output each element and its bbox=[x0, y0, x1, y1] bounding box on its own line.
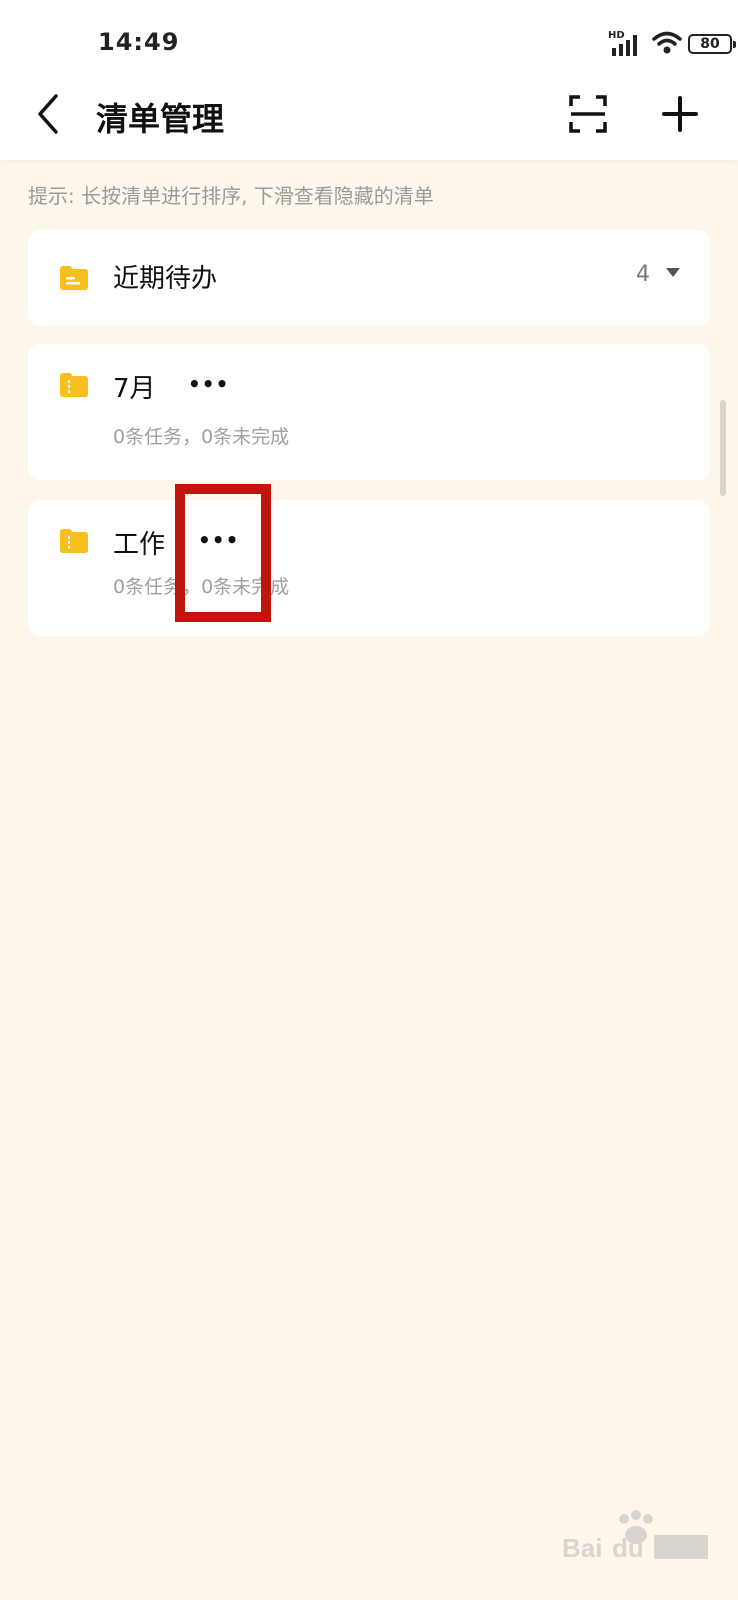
scrollbar[interactable] bbox=[720, 400, 726, 496]
wifi-icon bbox=[652, 31, 682, 54]
list-summary: 0条任务，0条未完成 bbox=[113, 426, 290, 448]
plus-icon[interactable] bbox=[660, 94, 700, 134]
chevron-left-icon[interactable] bbox=[30, 92, 70, 136]
folder-icon bbox=[60, 529, 88, 553]
page-title: 清单管理 bbox=[96, 100, 225, 138]
list-name: 7月 bbox=[113, 374, 156, 404]
scan-icon[interactable] bbox=[568, 94, 608, 134]
svg-text:Bai: Bai bbox=[562, 1533, 602, 1563]
list-name: 工作 bbox=[113, 530, 166, 560]
folder-icon bbox=[60, 266, 88, 290]
list-card-july[interactable]: 7月 ••• 0条任务，0条未完成 bbox=[28, 344, 710, 480]
list-count: 4 bbox=[636, 262, 650, 287]
folder-icon bbox=[60, 373, 88, 397]
list-card-work[interactable]: 工作 ••• 0条任务，0条未完成 bbox=[28, 500, 710, 636]
watermark-logo: Bai du bbox=[562, 1510, 708, 1563]
highlight-annotation bbox=[175, 484, 271, 622]
top-bar: 14:49 HD 80 清单管理 bbox=[0, 0, 738, 160]
caret-down-icon[interactable] bbox=[666, 268, 680, 277]
status-time: 14:49 bbox=[98, 28, 180, 56]
more-options-button[interactable]: ••• bbox=[188, 372, 229, 396]
signal-icon bbox=[612, 35, 637, 56]
list-name: 近期待办 bbox=[113, 264, 218, 294]
list-card-recent[interactable]: 近期待办 4 bbox=[28, 230, 710, 326]
svg-text:du: du bbox=[612, 1533, 644, 1563]
battery-icon: 80 bbox=[688, 34, 736, 54]
hint-text: 提示: 长按清单进行排序, 下滑查看隐藏的清单 bbox=[28, 184, 434, 208]
